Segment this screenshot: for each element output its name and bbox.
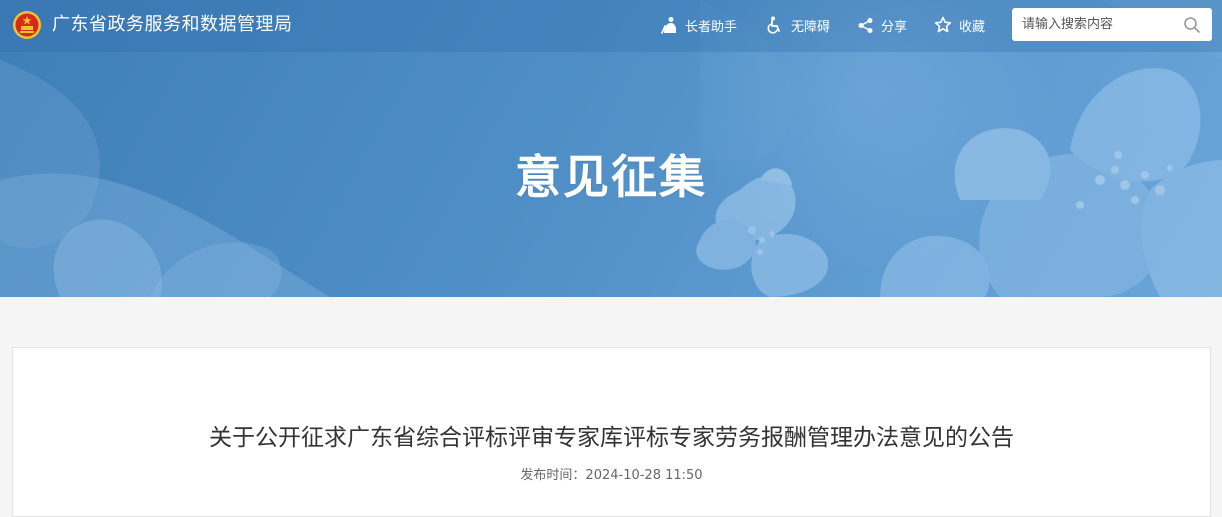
publish-time: 2024-10-28 11:50 [585, 468, 703, 483]
elder-assistant-label: 长者助手 [685, 19, 738, 35]
search-box [1012, 8, 1212, 41]
top-navbar: 广东省政务服务和数据管理局 长者助手 无障碍 分享 收藏 请输入搜索内容 [0, 0, 1222, 52]
search-input[interactable] [1012, 8, 1180, 41]
share-button[interactable]: 分享 [857, 15, 907, 35]
emblem-icon [13, 11, 41, 39]
elder-icon [661, 17, 676, 34]
star-icon [934, 16, 952, 33]
publish-time-label: 发布时间： [520, 468, 586, 483]
site-title[interactable]: 广东省政务服务和数据管理局 [52, 13, 293, 37]
article-title: 关于公开征求广东省综合评标评审专家库评标专家劳务报酬管理办法意见的公告 [209, 425, 1014, 451]
search-icon[interactable] [1183, 16, 1201, 34]
banner-title: 意见征集 [515, 150, 707, 204]
accessibility-button[interactable]: 无障碍 [766, 15, 830, 35]
accessibility-label: 无障碍 [791, 19, 831, 35]
publish-meta: 发布时间：2024-10-28 11:50 [13, 466, 1210, 486]
page-banner: 广东省政务服务和数据管理局 长者助手 无障碍 分享 收藏 请输入搜索内容 意见征… [0, 0, 1222, 297]
accessibility-icon [767, 16, 780, 34]
share-icon [858, 17, 873, 33]
favorite-label: 收藏 [959, 19, 986, 35]
elder-assistant-button[interactable]: 长者助手 [660, 15, 737, 35]
share-label: 分享 [881, 19, 908, 35]
article-card: 关于公开征求广东省综合评标评审专家库评标专家劳务报酬管理办法意见的公告 发布时间… [12, 347, 1211, 517]
favorite-button[interactable]: 收藏 [934, 15, 985, 35]
